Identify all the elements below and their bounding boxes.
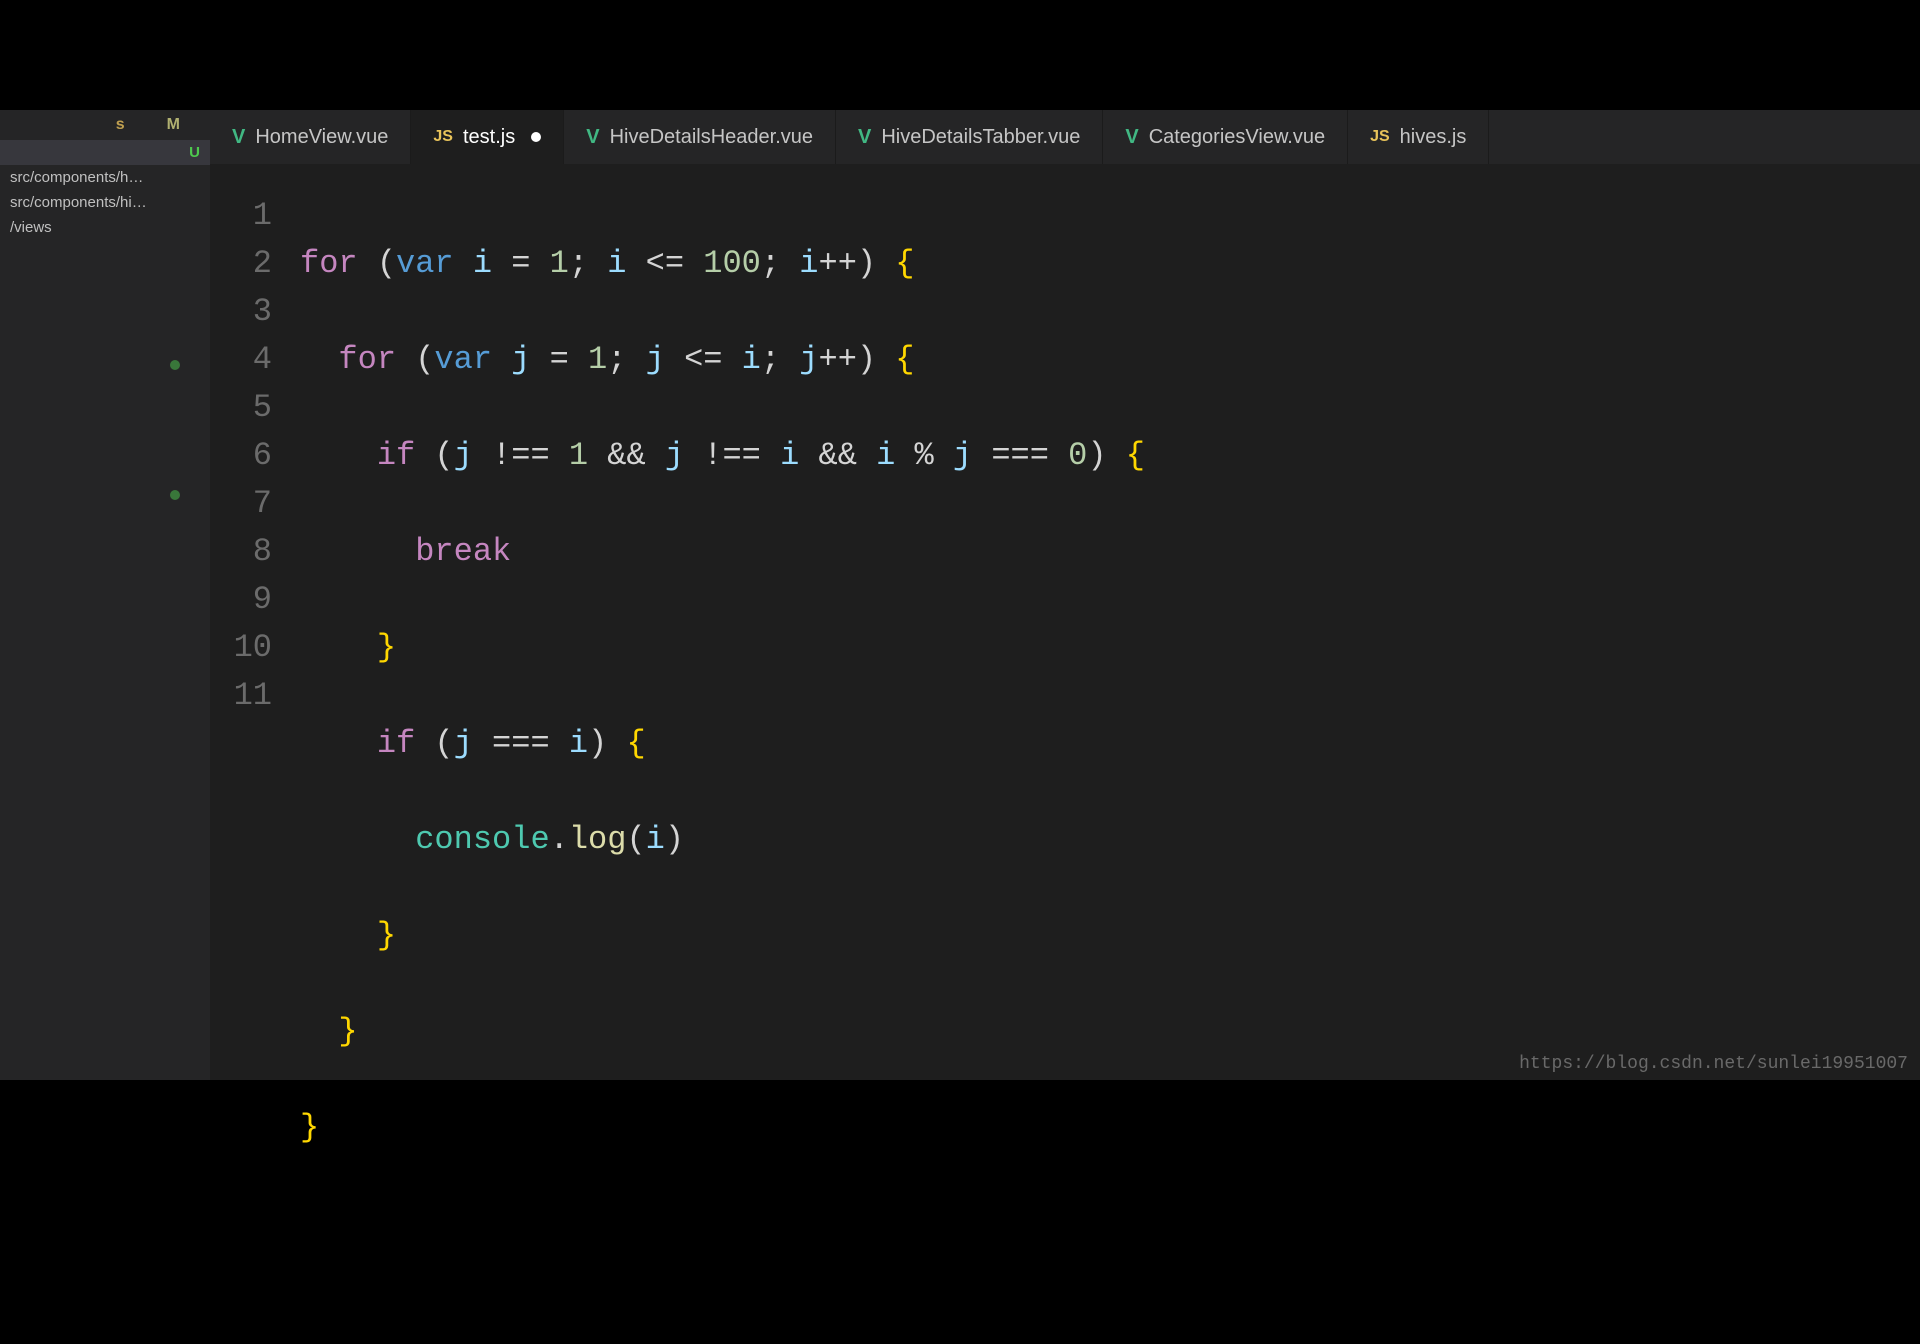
editor-window: s M U src/components/h… src/components/h… [0, 110, 1920, 1080]
line-number: 4 [210, 336, 300, 384]
line-number: 1 [210, 192, 300, 240]
sidebar-row[interactable]: src/components/hi… [0, 190, 210, 215]
col-m: M [167, 116, 182, 134]
scm-sidebar: s M U src/components/h… src/components/h… [0, 110, 210, 1080]
line-number: 11 [210, 672, 300, 720]
sidebar-header: s M [0, 110, 210, 140]
tab-categoriesview[interactable]: V CategoriesView.vue [1103, 110, 1348, 164]
line-number-gutter: 1 2 3 4 5 6 7 8 9 10 11 [210, 164, 300, 1080]
tab-label: CategoriesView.vue [1149, 126, 1325, 149]
tab-hivesjs[interactable]: JS hives.js [1348, 110, 1489, 164]
sidebar-row-label: /views [10, 219, 52, 236]
js-icon: JS [433, 128, 453, 146]
change-indicator-icon [170, 490, 180, 500]
change-indicator-icon [170, 360, 180, 370]
vue-icon: V [1125, 126, 1138, 149]
line-number: 8 [210, 528, 300, 576]
tab-bar: V HomeView.vue JS test.js V HiveDetailsH… [210, 110, 1920, 164]
watermark: https://blog.csdn.net/sunlei19951007 [1519, 1054, 1908, 1074]
tab-hivedetailstabber[interactable]: V HiveDetailsTabber.vue [836, 110, 1103, 164]
sidebar-row-label: src/components/hi… [10, 194, 147, 211]
tab-label: test.js [463, 126, 515, 149]
code-line: } [300, 1104, 1920, 1152]
line-number: 10 [210, 624, 300, 672]
sidebar-row[interactable]: src/components/h… [0, 165, 210, 190]
code-line: } [300, 912, 1920, 960]
sidebar-row[interactable]: U [0, 140, 210, 165]
line-number: 9 [210, 576, 300, 624]
js-icon: JS [1370, 128, 1390, 146]
tab-label: HomeView.vue [255, 126, 388, 149]
code-line [300, 1200, 1920, 1248]
code-line: } [300, 624, 1920, 672]
code-line: console.log(i) [300, 816, 1920, 864]
code-content[interactable]: for (var i = 1; i <= 100; i++) { for (va… [300, 164, 1920, 1080]
git-status-badge: U [181, 144, 200, 161]
code-line: break [300, 528, 1920, 576]
code-editor[interactable]: 1 2 3 4 5 6 7 8 9 10 11 for (var i = 1; … [210, 110, 1920, 1080]
tab-label: HiveDetailsTabber.vue [881, 126, 1080, 149]
code-line: for (var j = 1; j <= i; j++) { [300, 336, 1920, 384]
sidebar-row-label: src/components/h… [10, 169, 143, 186]
vue-icon: V [232, 126, 245, 149]
tab-label: hives.js [1400, 126, 1467, 149]
tab-label: HiveDetailsHeader.vue [610, 126, 813, 149]
sidebar-row[interactable]: /views [0, 215, 210, 240]
code-line: } [300, 1008, 1920, 1056]
code-line: for (var i = 1; i <= 100; i++) { [300, 240, 1920, 288]
tab-homeview[interactable]: V HomeView.vue [210, 110, 411, 164]
line-number: 7 [210, 480, 300, 528]
line-number: 6 [210, 432, 300, 480]
tab-hivedetailsheader[interactable]: V HiveDetailsHeader.vue [564, 110, 836, 164]
dirty-indicator-icon [531, 132, 541, 142]
code-line: if (j === i) { [300, 720, 1920, 768]
line-number: 3 [210, 288, 300, 336]
line-number: 5 [210, 384, 300, 432]
vue-icon: V [586, 126, 599, 149]
line-number: 2 [210, 240, 300, 288]
code-line: if (j !== 1 && j !== i && i % j === 0) { [300, 432, 1920, 480]
tab-testjs[interactable]: JS test.js [411, 110, 564, 164]
vue-icon: V [858, 126, 871, 149]
col-s: s [116, 116, 127, 134]
